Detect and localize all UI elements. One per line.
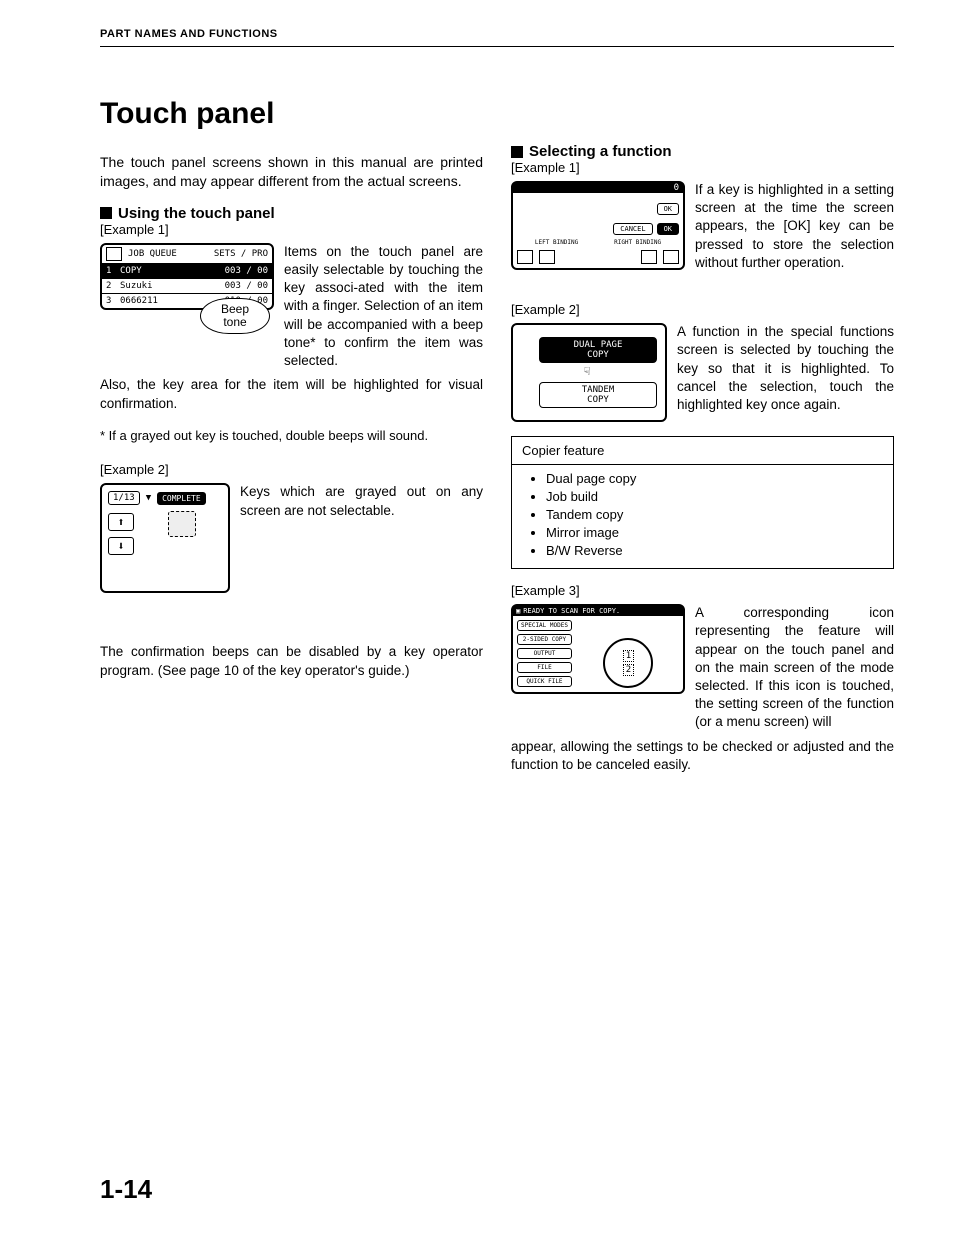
- output-button[interactable]: OUTPUT: [517, 648, 572, 659]
- para-grayed-keys: Keys which are grayed out on any screen …: [240, 483, 483, 519]
- fig1-header2: SETS / PRO: [214, 249, 268, 259]
- copier-feature-table: Copier feature Dual page copy Job build …: [511, 436, 894, 569]
- tandem-copy-button[interactable]: TANDEMCOPY: [539, 382, 657, 408]
- r-example-3-label: [Example 3]: [511, 583, 894, 598]
- right-binding-label: RIGHT BINDING: [614, 239, 661, 246]
- list-item: Tandem copy: [546, 507, 893, 522]
- figure-grayed-key: 1/13 ▼ COMPLETE ⬆ ⬇: [100, 483, 230, 593]
- para-icon-appears: A corresponding icon representing the fe…: [695, 604, 894, 732]
- list-item: Dual page copy: [546, 471, 893, 486]
- down-arrow-button[interactable]: ⬇: [108, 537, 134, 555]
- feature-table-title: Copier feature: [512, 437, 893, 465]
- ok-badge-small[interactable]: OK: [657, 203, 679, 215]
- tandem-icon: [517, 388, 533, 402]
- running-header: PART NAMES AND FUNCTIONS: [100, 28, 894, 47]
- special-modes-button[interactable]: SPECIAL MODES: [517, 620, 572, 631]
- printer-icon: [106, 247, 122, 261]
- footnote-double-beep: * If a grayed out key is touched, double…: [100, 427, 483, 445]
- fig1-header: JOB QUEUE: [128, 249, 177, 259]
- para-items-selectable: Items on the touch panel are easily sele…: [284, 243, 483, 371]
- intro-text: The touch panel screens shown in this ma…: [100, 153, 483, 191]
- figure-ok-screen: 0 OK CANCEL OK LEFT BINDING RIGHT BINDIN…: [511, 181, 685, 270]
- example-2-label: [Example 2]: [100, 462, 483, 477]
- doc-icon: ▣: [516, 607, 520, 615]
- list-item: B/W Reverse: [546, 543, 893, 558]
- pointer-icon: ☟: [517, 365, 657, 378]
- two-sided-copy-button[interactable]: 2-SIDED COPY: [517, 634, 572, 645]
- left-binding-label: LEFT BINDING: [535, 239, 578, 246]
- dual-page-icon: [517, 343, 533, 357]
- left-bind-icon[interactable]: [641, 250, 657, 264]
- up-arrow-button[interactable]: ⬆: [108, 513, 134, 531]
- fig1-row-2[interactable]: 2 Suzuki 003 / 00: [102, 278, 272, 293]
- right-column: Selecting a function [Example 1] 0 OK CA…: [511, 139, 894, 788]
- complete-badge[interactable]: COMPLETE: [157, 492, 206, 505]
- quick-file-button[interactable]: QUICK FILE: [517, 676, 572, 687]
- right-bind-icon[interactable]: [663, 250, 679, 264]
- heading-using-touch-panel: Using the touch panel: [100, 205, 483, 222]
- ok-button[interactable]: OK: [657, 223, 679, 235]
- figure-job-queue: JOB QUEUE SETS / PRO 1 COPY 003 / 00 2 S…: [100, 243, 274, 334]
- binder-icon: [517, 250, 533, 264]
- list-item: Job build: [546, 489, 893, 504]
- figure-special-functions: DUAL PAGECOPY ☟ TANDEMCOPY: [511, 323, 667, 422]
- feature-list: Dual page copy Job build Tandem copy Mir…: [532, 471, 893, 558]
- page-counter: 1/13: [108, 491, 140, 505]
- para-disable-beeps: The confirmation beeps can be disabled b…: [100, 643, 483, 679]
- page-title: Touch panel: [100, 97, 894, 131]
- r-example-1-label: [Example 1]: [511, 160, 894, 175]
- para-highlight-toggle: A function in the special functions scre…: [677, 323, 894, 414]
- r-example-2-label: [Example 2]: [511, 302, 894, 317]
- fig1-row-1[interactable]: 1 COPY 003 / 00: [102, 263, 272, 278]
- binder-icon: [539, 250, 555, 264]
- heading-selecting-function: Selecting a function: [511, 143, 894, 160]
- counter-zero: 0: [674, 183, 679, 193]
- left-column: The touch panel screens shown in this ma…: [100, 139, 483, 788]
- list-item: Mirror image: [546, 525, 893, 540]
- dual-page-copy-button[interactable]: DUAL PAGECOPY: [539, 337, 657, 363]
- cancel-button[interactable]: CANCEL: [613, 223, 652, 235]
- para-ok-key: If a key is highlighted in a setting scr…: [695, 181, 894, 272]
- file-button[interactable]: FILE: [517, 662, 572, 673]
- para-icon-appears-cont: appear, allowing the settings to be chec…: [511, 738, 894, 774]
- feature-icon-callout: 1 2: [603, 638, 653, 688]
- beep-tone-callout: Beeptone: [200, 298, 270, 334]
- grayed-out-key: [168, 511, 196, 537]
- para-highlight-confirm: Also, the key area for the item will be …: [100, 376, 483, 412]
- example-1-label: [Example 1]: [100, 222, 483, 237]
- figure-ready-scan: ▣READY TO SCAN FOR COPY. SPECIAL MODES 2…: [511, 604, 685, 694]
- page-number: 1-14: [100, 1174, 152, 1205]
